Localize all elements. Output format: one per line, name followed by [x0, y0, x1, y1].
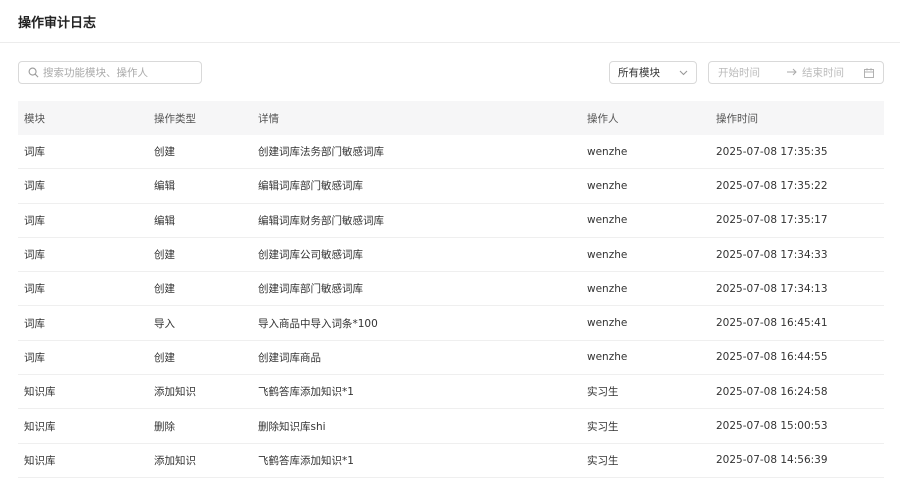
cell-time: 2025-07-08 16:24:58 [716, 385, 828, 398]
cell-detail: 飞鹤答库添加知识*1 [258, 454, 354, 467]
cell-module: 词库 [24, 317, 45, 330]
calendar-icon [864, 68, 874, 78]
header-detail: 详情 [258, 112, 279, 125]
cell-operator: wenzhe [587, 248, 628, 261]
cell-operator: wenzhe [587, 214, 628, 227]
cell-detail: 编辑词库财务部门敏感词库 [258, 214, 384, 227]
cell-module: 词库 [24, 180, 45, 193]
module-select-value: 所有模块 [618, 67, 660, 79]
start-time-field[interactable]: 开始时间 [718, 65, 760, 80]
table-row: 知识库 删除 删除知识库shi 实习生 2025-07-08 15:00:53 [18, 409, 884, 444]
cell-type: 编辑 [154, 214, 175, 227]
cell-detail: 创建词库部门敏感词库 [258, 283, 363, 296]
page-header: 操作审计日志 [0, 0, 900, 43]
header-module: 模块 [24, 112, 45, 125]
cell-time: 2025-07-08 17:34:33 [716, 248, 828, 261]
cell-type: 创建 [154, 351, 175, 364]
table-row: 词库 创建 创建词库商品 wenzhe 2025-07-08 16:44:55 [18, 341, 884, 376]
page-title: 操作审计日志 [18, 15, 97, 31]
cell-operator: 实习生 [587, 454, 619, 467]
filter-toolbar: 所有模块 开始时间 结束时间 [0, 61, 900, 85]
table-body: 词库 创建 创建词库法务部门敏感词库 wenzhe 2025-07-08 17:35:3… [18, 135, 884, 478]
cell-detail: 创建词库法务部门敏感词库 [258, 146, 384, 159]
cell-time: 2025-07-08 17:35:22 [716, 179, 828, 192]
end-time-field[interactable]: 结束时间 [802, 65, 844, 80]
cell-time: 2025-07-08 17:35:35 [716, 145, 828, 158]
cell-type: 添加知识 [154, 386, 196, 399]
table-row: 词库 编辑 编辑词库部门敏感词库 wenzhe 2025-07-08 17:35:22 [18, 169, 884, 204]
cell-time: 2025-07-08 14:56:39 [716, 454, 828, 467]
cell-operator: wenzhe [587, 351, 628, 364]
cell-detail: 飞鹤答库添加知识*1 [258, 386, 354, 399]
cell-operator: wenzhe [587, 317, 628, 330]
cell-operator: 实习生 [587, 420, 619, 433]
cell-module: 知识库 [24, 386, 56, 399]
cell-type: 创建 [154, 283, 175, 296]
cell-module: 词库 [24, 146, 45, 159]
table-row: 知识库 添加知识 飞鹤答库添加知识*1 实习生 2025-07-08 14:56:39 [18, 444, 884, 478]
cell-detail: 创建词库商品 [258, 351, 321, 364]
cell-time: 2025-07-08 17:35:17 [716, 214, 828, 227]
cell-type: 删除 [154, 420, 175, 433]
date-range-picker[interactable]: 开始时间 结束时间 [708, 61, 884, 84]
search-box[interactable] [18, 61, 202, 84]
header-time: 操作时间 [716, 112, 758, 125]
table-row: 词库 导入 导入商品中导入词条*100 wenzhe 2025-07-08 16:45:… [18, 306, 884, 341]
table-row: 知识库 添加知识 飞鹤答库添加知识*1 实习生 2025-07-08 16:24:58 [18, 375, 884, 410]
cell-module: 知识库 [24, 454, 56, 467]
search-icon [28, 67, 39, 78]
cell-module: 词库 [24, 214, 45, 227]
cell-operator: wenzhe [587, 145, 628, 158]
cell-type: 创建 [154, 146, 175, 159]
cell-detail: 导入商品中导入词条*100 [258, 317, 378, 330]
cell-time: 2025-07-08 17:34:13 [716, 282, 828, 295]
table-row: 词库 创建 创建词库部门敏感词库 wenzhe 2025-07-08 17:34:13 [18, 272, 884, 307]
cell-type: 编辑 [154, 180, 175, 193]
cell-time: 2025-07-08 15:00:53 [716, 420, 828, 433]
cell-detail: 创建词库公司敏感词库 [258, 249, 363, 262]
cell-operator: 实习生 [587, 386, 619, 399]
table-row: 词库 编辑 编辑词库财务部门敏感词库 wenzhe 2025-07-08 17:35:1… [18, 204, 884, 238]
audit-log-table: 模块 操作类型 详情 操作人 操作时间 词库 创建 创建词库法务部门敏感词库 wenz… [18, 101, 884, 478]
cell-module: 词库 [24, 283, 45, 296]
table-header: 模块 操作类型 详情 操作人 操作时间 [18, 101, 884, 135]
cell-type: 添加知识 [154, 454, 196, 467]
table-row: 词库 创建 创建词库法务部门敏感词库 wenzhe 2025-07-08 17:35:3… [18, 135, 884, 170]
cell-module: 词库 [24, 351, 45, 364]
arrow-right-icon [787, 68, 797, 76]
cell-operator: wenzhe [587, 179, 628, 192]
module-select[interactable]: 所有模块 [609, 61, 697, 84]
cell-type: 创建 [154, 249, 175, 262]
cell-detail: 删除知识库shi [258, 420, 326, 433]
cell-operator: wenzhe [587, 282, 628, 295]
cell-time: 2025-07-08 16:45:41 [716, 317, 828, 330]
table-row: 词库 创建 创建词库公司敏感词库 wenzhe 2025-07-08 17:34:33 [18, 238, 884, 273]
search-input[interactable] [43, 66, 193, 79]
header-operator: 操作人 [587, 112, 619, 125]
cell-type: 导入 [154, 317, 175, 330]
header-type: 操作类型 [154, 112, 196, 125]
chevron-down-icon [679, 70, 688, 76]
cell-module: 知识库 [24, 420, 56, 433]
cell-time: 2025-07-08 16:44:55 [716, 351, 828, 364]
cell-detail: 编辑词库部门敏感词库 [258, 180, 363, 193]
cell-module: 词库 [24, 249, 45, 262]
